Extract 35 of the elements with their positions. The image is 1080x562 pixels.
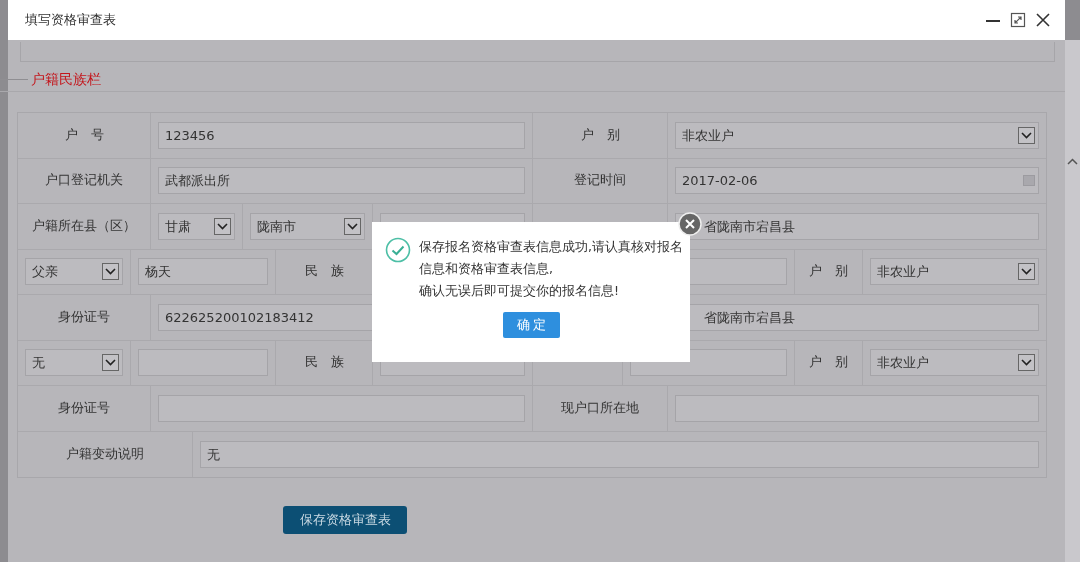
select-field[interactable]: 无	[25, 349, 123, 377]
field-label: 户籍所在县（区）	[32, 216, 136, 235]
section-title: 户籍民族栏	[31, 70, 101, 89]
field-label: 户口登记机关	[45, 171, 123, 190]
select-field[interactable]: 非农业户	[675, 121, 1039, 149]
field-label: 登记时间	[574, 171, 626, 190]
field-label: 身份证号	[58, 398, 110, 417]
success-check-icon	[385, 237, 411, 263]
select-field[interactable]: 非农业户	[870, 258, 1039, 286]
input-field[interactable]: 武都派出所	[158, 167, 525, 195]
select-field[interactable]: 非农业户	[870, 349, 1039, 377]
input-field[interactable]: 123456	[158, 121, 525, 149]
save-button[interactable]: 保存资格审查表	[283, 506, 407, 534]
field-label: 身份证号	[58, 307, 110, 326]
window-title: 填写资格审查表	[25, 11, 117, 30]
field-label: 户 别	[809, 262, 848, 281]
field-label: 户 别	[580, 125, 620, 144]
select-field[interactable]: 甘肃	[158, 212, 235, 240]
field-label: 户 号	[64, 125, 104, 144]
select-field[interactable]: 陇南市	[250, 212, 365, 240]
date-field[interactable]: 2017-02-06	[675, 167, 1039, 195]
input-field[interactable]: 杨天	[138, 258, 268, 286]
select-field[interactable]: 父亲	[25, 258, 123, 286]
field-label: 户 别	[809, 353, 848, 372]
input-field[interactable]: 省陇南市宕昌县	[675, 212, 1039, 240]
dialog-message: 保存报名资格审查表信息成功,请认真核对报名 信息和资格审查表信息, 确认无误后即可提交你的报名信息!	[419, 238, 683, 300]
field-label: 户籍变动说明	[66, 444, 144, 463]
field-label: 民 族	[304, 353, 344, 372]
scroll-up-icon[interactable]	[1067, 158, 1078, 165]
field-label: 民 族	[304, 262, 344, 281]
calendar-icon	[1023, 175, 1035, 187]
field-label: 现户口所在地	[561, 398, 639, 417]
input-field[interactable]: 无	[200, 440, 1039, 468]
maximize-icon[interactable]	[1010, 12, 1026, 28]
close-icon[interactable]	[1035, 12, 1051, 28]
